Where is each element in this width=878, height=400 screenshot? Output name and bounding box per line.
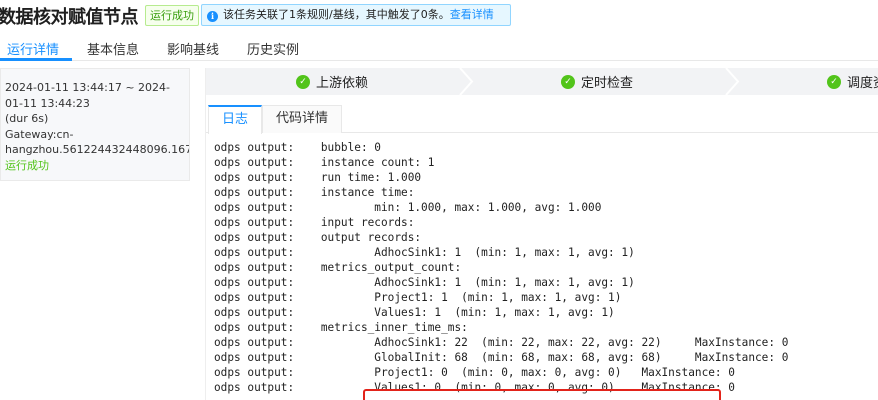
highlight-annotation-box	[363, 389, 721, 400]
log-line: odps output: AdhocSink1: 1 (min: 1, max:…	[214, 276, 635, 289]
check-circle-icon: ✓	[561, 74, 575, 89]
tab-run-details[interactable]: 运行详情	[7, 39, 59, 58]
step-scheduled-check[interactable]: ✓ 定时检查	[561, 68, 633, 95]
active-tab-indicator	[0, 58, 72, 61]
check-circle-icon: ✓	[827, 74, 841, 89]
info-icon: i	[207, 11, 218, 22]
gateway-value: hangzhou.561224432448096.16705	[5, 143, 190, 156]
log-line: odps output: metrics_output_count:	[214, 261, 462, 274]
tab-impact-baseline[interactable]: 影响基线	[167, 39, 219, 58]
main-tabs: 运行详情 基本信息 影响基线 历史实例	[0, 34, 878, 61]
log-line: odps output: AdhocSink1: 22 (min: 22, ma…	[214, 336, 789, 349]
log-line: odps output: bubble: 0	[214, 141, 381, 154]
log-line: odps output: Values1: 1 (min: 1, max: 1,…	[214, 306, 615, 319]
log-line: odps output: Project1: 0 (min: 0, max: 0…	[214, 366, 735, 379]
run-status: 运行成功	[5, 158, 49, 172]
step-label: 调度资	[847, 76, 878, 91]
status-badge: 运行成功	[145, 5, 199, 26]
tab-code-details[interactable]: 代码详情	[262, 105, 342, 133]
tab-basic-info[interactable]: 基本信息	[87, 39, 139, 58]
step-label: 上游依赖	[316, 76, 369, 91]
info-alert-text: 该任务关联了1条规则/基线，其中触发了0条。	[223, 8, 450, 21]
log-line: odps output: output records:	[214, 231, 422, 244]
run-detail-panel: ✓ 上游依赖 ✓ 定时检查 ✓ 调度资 日志 代码详情 odps output: bu…	[205, 68, 878, 400]
run-record-card[interactable]: 2024-01-11 13:44:17 ~ 2024-01-11 13:44:2…	[0, 68, 190, 181]
log-line: odps output: instance time:	[214, 186, 415, 199]
chevron-right-icon	[725, 68, 740, 95]
chevron-right-icon	[459, 68, 474, 95]
log-line: odps output: input records:	[214, 216, 415, 229]
run-steps-bar: ✓ 上游依赖 ✓ 定时检查 ✓ 调度资	[206, 68, 878, 95]
check-circle-icon: ✓	[296, 74, 310, 89]
view-details-link[interactable]: 查看详情	[450, 8, 494, 21]
rule-info-alert: i 该任务关联了1条规则/基线，其中触发了0条。查看详情	[201, 4, 511, 26]
gateway-label: Gateway:cn-	[5, 127, 74, 141]
step-label: 定时检查	[581, 76, 634, 91]
tab-log[interactable]: 日志	[208, 105, 262, 134]
log-line: odps output: metrics_inner_time_ms:	[214, 321, 468, 334]
log-line: odps output: AdhocSink1: 1 (min: 1, max:…	[214, 246, 635, 259]
run-time-range: 2024-01-11 13:44:17 ~ 2024-01-11 13:44:2…	[5, 81, 170, 110]
log-line: odps output: GlobalInit: 68 (min: 68, ma…	[214, 351, 789, 364]
run-duration: (dur 6s)	[5, 112, 49, 125]
log-output: odps output: bubble: 0 odps output: insta…	[214, 140, 788, 395]
log-tabs: 日志 代码详情	[206, 105, 878, 134]
tab-history-instances[interactable]: 历史实例	[247, 39, 299, 58]
step-scheduling-resource[interactable]: ✓ 调度资	[827, 68, 878, 95]
page-title: 数据核对赋值节点	[0, 7, 139, 28]
step-upstream-dependency[interactable]: ✓ 上游依赖	[296, 68, 368, 95]
log-line: odps output: Project1: 1 (min: 1, max: 1…	[214, 291, 622, 304]
log-line: odps output: run time: 1.000	[214, 171, 422, 184]
log-line: odps output: min: 1.000, max: 1.000, avg…	[214, 201, 602, 214]
log-line: odps output: instance count: 1	[214, 156, 435, 169]
